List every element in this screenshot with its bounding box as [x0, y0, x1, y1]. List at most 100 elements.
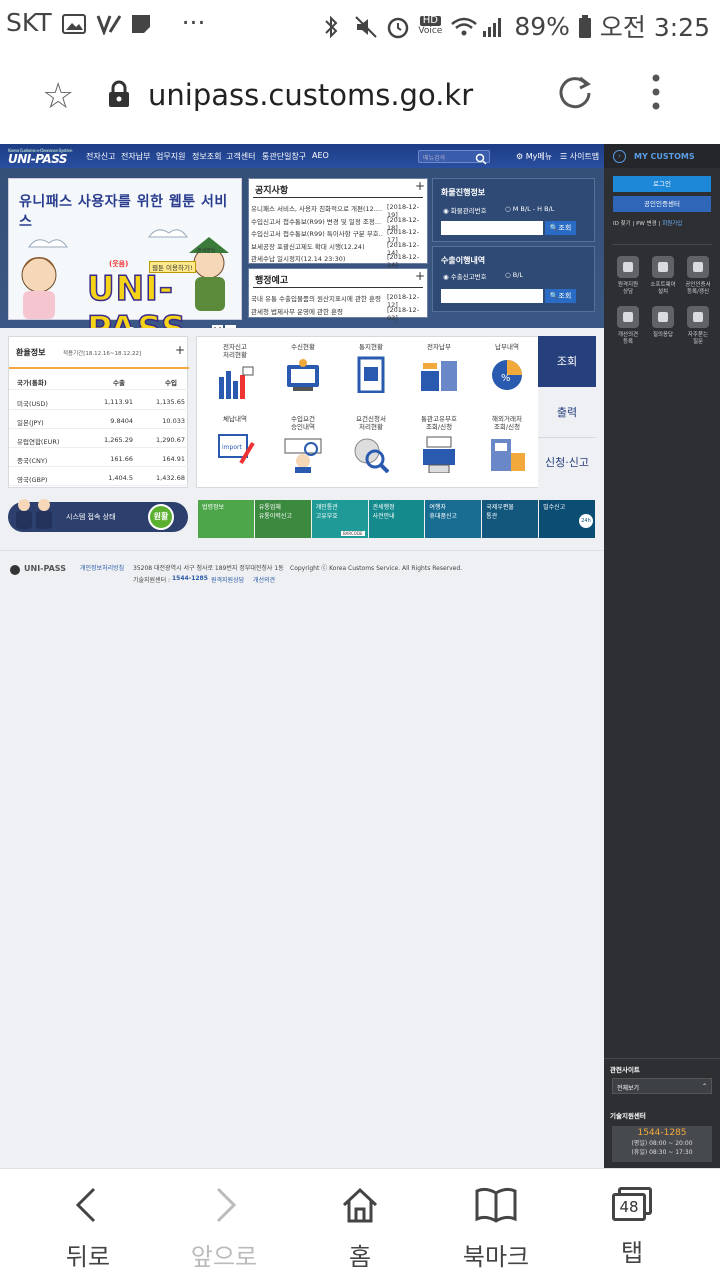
change-pw-link[interactable]: PW 변경: [636, 221, 657, 227]
sitemap-link[interactable]: ☰ 사이트맵: [560, 151, 599, 162]
service-item[interactable]: 요건신청서 처리현황: [341, 415, 401, 485]
notice-item[interactable]: 수입신고서 접수통보(R99) 변경 및 일정 조정... [2018-12-18…: [251, 214, 427, 232]
search-icon[interactable]: [475, 150, 487, 169]
back-button[interactable]: 뒤로: [16, 1185, 160, 1272]
service-item[interactable]: 수신현황: [273, 343, 333, 413]
more-menu-icon[interactable]: [652, 74, 660, 110]
qna-icon: [652, 306, 674, 328]
my-customs-shortcut[interactable]: 개선의견 등록: [612, 306, 644, 352]
service-item[interactable]: 해외거래처 조회/신청: [477, 415, 537, 485]
unipass-logo[interactable]: Korea Customs e-Clearance System UNI-PASS: [8, 148, 73, 166]
cargo-search-button[interactable]: 🔍조회: [545, 221, 576, 235]
remote-support-link[interactable]: 원격지원상담: [211, 575, 244, 584]
expand-icon[interactable]: ›: [613, 150, 626, 163]
notice-title: 공지사항: [255, 186, 289, 196]
quick-link[interactable]: 관세행정 사전안내: [368, 500, 425, 538]
admin-notice-more-button[interactable]: +: [415, 269, 425, 283]
rate-export: 161.66: [110, 455, 133, 463]
forward-button[interactable]: 앞으로: [152, 1185, 296, 1272]
find-id-link[interactable]: ID 찾기: [613, 221, 631, 227]
quick-link[interactable]: 국제우편물 통관: [482, 500, 539, 538]
quick-link[interactable]: 여행자 휴대품신고: [425, 500, 482, 538]
tab-print[interactable]: 출력: [538, 387, 596, 438]
tabs-button[interactable]: 48 탭: [560, 1185, 704, 1268]
my-customs-shortcut[interactable]: 공인인증서 등록/갱신: [682, 256, 714, 302]
notice-item[interactable]: 유니패스 서비스, 사용자 친화적으로 개편(12.... [2018-12-19…: [251, 201, 427, 219]
nav-item-e-report[interactable]: 전자신고: [86, 151, 115, 162]
my-customs-shortcut[interactable]: 질의응답: [647, 306, 679, 352]
rate-currency: 중국(CNY): [17, 457, 48, 465]
my-customs-shortcut[interactable]: 원격지원 상담: [612, 256, 644, 302]
tab-count: 48: [612, 1193, 646, 1221]
rate-import: 10.033: [162, 417, 185, 425]
banner-tag-char: 관세맘님: [197, 248, 216, 254]
service-label: 수입요건 승인내역: [291, 415, 315, 431]
my-menu-link[interactable]: ⚙ My메뉴: [516, 151, 552, 162]
rate-import: 1,135.65: [156, 398, 185, 406]
quick-link[interactable]: 법령정보: [198, 500, 254, 538]
signup-link[interactable]: 회원가입: [662, 221, 682, 227]
privacy-policy-link[interactable]: 개인정보처리방침: [80, 563, 124, 572]
nav-item-support[interactable]: 업무지원: [156, 151, 185, 162]
tab-apply-report[interactable]: 신청·신고: [538, 438, 596, 489]
home-button[interactable]: 홈: [288, 1185, 432, 1272]
my-customs-shortcut[interactable]: 소프트웨어 설치: [647, 256, 679, 302]
export-option-number-radio[interactable]: ◉ 수출신고번호: [443, 271, 487, 281]
my-customs-shortcut-label: 공인인증서 등록/갱신: [685, 282, 711, 295]
wifi-icon: [450, 15, 478, 37]
notice-item[interactable]: 보세공장 포괄신고제도 확대 시행(12.24) [2018-12-14]: [251, 239, 427, 257]
service-item[interactable]: 전자납부: [409, 343, 469, 413]
rate-currency: 일본(JPY): [17, 419, 44, 427]
admin-notice-item[interactable]: 관세청 법제사무 운영에 관한 훈령 [2018-12-03]: [251, 304, 427, 322]
nav-item-customer[interactable]: 고객센터: [226, 151, 255, 162]
bookmarks-button[interactable]: 북마크: [424, 1185, 568, 1272]
notice-item[interactable]: 관세수납 일시정지(12.14 23:30) [2018-12-14]: [251, 251, 427, 269]
export-title: 수출이행내역: [441, 256, 486, 265]
nav-item-single-window[interactable]: 통관단일창구: [262, 151, 306, 162]
support-holiday-hours: (휴일) 08:30 ~ 17:30: [631, 1149, 693, 1156]
admin-notice-item[interactable]: 국내 유통 수출입물품의 원산지표시에 관한 훈령 [2018-12-12]: [251, 291, 427, 309]
support-center-box: 1544-1285 (평일) 08:00 ~ 20:00 (휴일) 08:30 …: [612, 1126, 712, 1162]
export-tracking-box: 수출이행내역 ◉ 수출신고번호 ○ B/L 🔍조회: [432, 246, 595, 312]
notice-more-button[interactable]: +: [415, 179, 425, 193]
webtoon-banner[interactable]: 유니패스 사용자를 위한 웹툰 서비스 (웃음) 웹툰 이용하기! 관세맘님 U…: [8, 178, 242, 350]
admin-notice-panel: 행정예고 + 국내 유통 수출입물품의 원산지표시에 관한 훈령 [2018-12…: [248, 268, 428, 322]
rate-more-button[interactable]: +: [175, 343, 185, 357]
nav-item-info[interactable]: 정보조회: [192, 151, 221, 162]
service-item[interactable]: 전자신고 처리현황: [205, 343, 265, 413]
service-item[interactable]: 체납내역 import: [205, 415, 265, 485]
bookmark-star-icon[interactable]: ☆: [42, 76, 74, 117]
notice-item-date: [2018-12-14]: [387, 253, 420, 269]
cargo-option-mgmt-radio[interactable]: ◉ 화물관리번호: [443, 205, 487, 215]
cargo-title: 화물진행정보: [441, 188, 486, 197]
my-customs-shortcut[interactable]: 자주묻는 질문: [682, 306, 714, 352]
login-button[interactable]: 로그인: [613, 176, 711, 192]
quick-link[interactable]: 개인통관 고유부호 BARCODE: [311, 500, 368, 538]
export-search-button[interactable]: 🔍조회: [545, 289, 576, 303]
quick-link[interactable]: 밀수신고 24h: [539, 500, 595, 538]
reload-icon[interactable]: [556, 74, 594, 112]
related-sites-select[interactable]: 전체보기 ⌃: [612, 1078, 712, 1094]
service-item[interactable]: 납부내역%: [477, 343, 537, 413]
cargo-number-input[interactable]: [441, 221, 543, 235]
service-item[interactable]: 통관고유부호 조회/신청: [409, 415, 469, 485]
cert-center-button[interactable]: 공인인증센터: [613, 196, 711, 212]
app-notification-icon: [96, 12, 121, 36]
service-item[interactable]: 수입요건 승인내역: [273, 415, 333, 485]
unipass-site: Korea Customs e-Clearance System UNI-PASS…: [0, 144, 604, 1168]
my-customs-sidebar: › MY CUSTOMS 로그인 공인인증센터 ID 찾기 | PW 변경 | …: [604, 144, 720, 1168]
cargo-option-bl-radio[interactable]: ○ M B/L - H B/L: [505, 205, 554, 213]
suggestion-link[interactable]: 개선의견: [253, 575, 275, 584]
nav-item-aeo[interactable]: AEO: [312, 151, 329, 160]
quick-link-label2: 사전안내: [372, 513, 395, 520]
quick-link[interactable]: 유통업체 유통이력신고: [254, 500, 311, 538]
export-number-input[interactable]: [441, 289, 543, 303]
footer-support-phone: 1544-1285: [172, 575, 208, 582]
battery-icon: [578, 15, 592, 38]
url-text[interactable]: unipass.customs.go.kr: [148, 78, 473, 112]
service-item[interactable]: 통지현황: [341, 343, 401, 413]
tab-inquiry[interactable]: 조회: [538, 336, 596, 387]
nav-item-e-payment[interactable]: 전자납부: [121, 151, 150, 162]
notice-item[interactable]: 수입신고서 접수통보(R99) 특이사항 구분 부호... [2018-12-17…: [251, 226, 427, 244]
export-option-bl-radio[interactable]: ○ B/L: [505, 271, 523, 279]
